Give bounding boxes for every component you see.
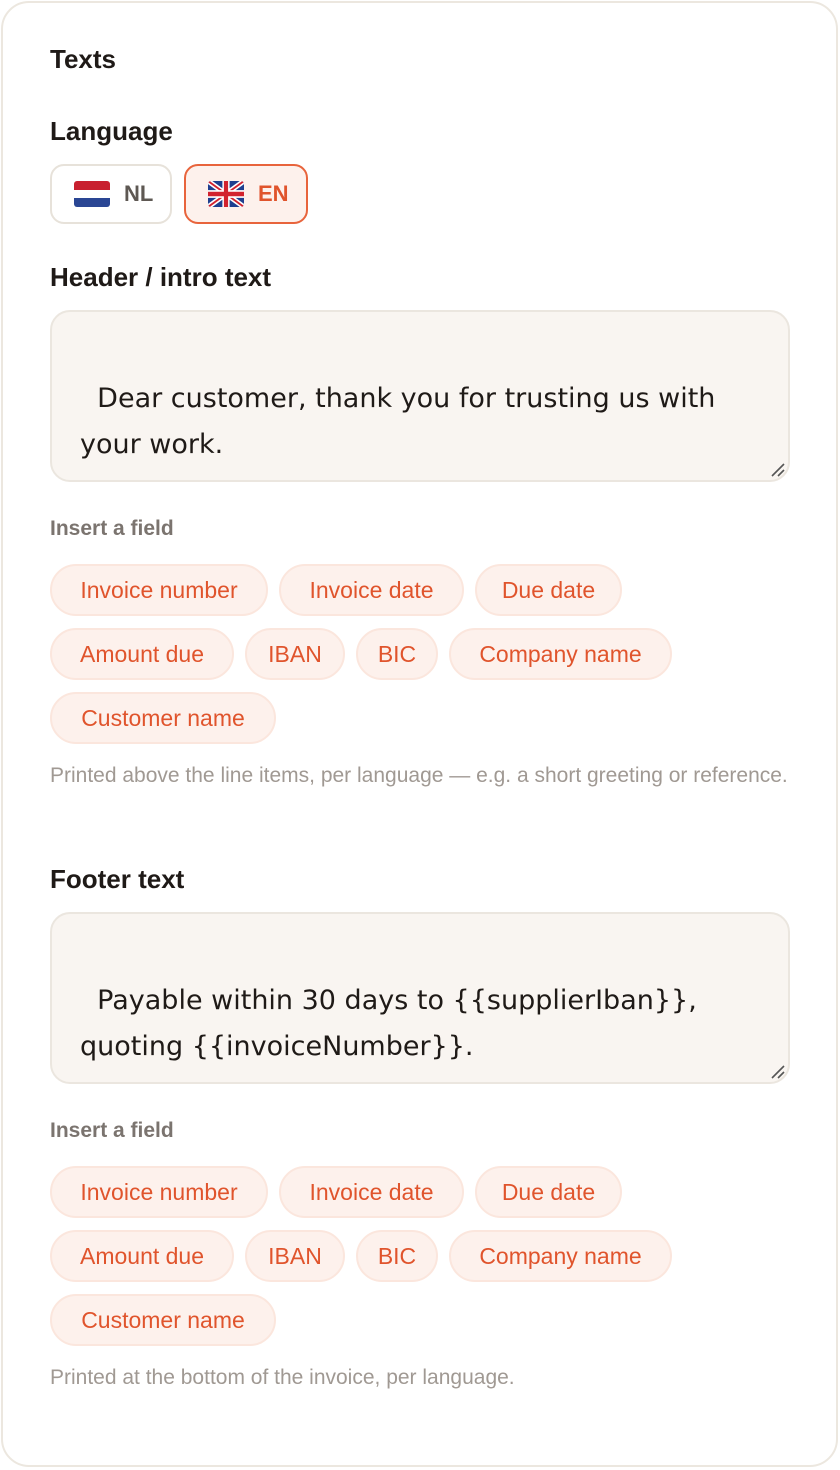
language-option-nl[interactable]: NL — [50, 164, 172, 224]
language-option-en[interactable]: EN — [184, 164, 308, 224]
footer-text-value: Payable within 30 days to {{supplierIban… — [80, 985, 706, 1062]
insert-field-chip[interactable]: Company name — [449, 1230, 672, 1282]
section-title: Texts — [50, 44, 116, 74]
insert-field-chip[interactable]: Amount due — [50, 1230, 234, 1282]
language-option-label: NL — [124, 181, 154, 206]
language-label: Language — [50, 116, 173, 146]
insert-field-label: Insert a field — [50, 517, 174, 540]
insert-field-chip[interactable]: BIC — [356, 1230, 438, 1282]
insert-field-chip[interactable]: Invoice number — [50, 1166, 268, 1218]
netherlands-flag-icon — [74, 181, 110, 207]
header-text-input[interactable]: Dear customer, thank you for trusting us… — [50, 310, 790, 482]
insert-field-chip[interactable]: Amount due — [50, 628, 234, 680]
insert-field-chip[interactable]: Invoice date — [279, 1166, 464, 1218]
footer-text-input[interactable]: Payable within 30 days to {{supplierIban… — [50, 912, 790, 1084]
insert-field-chip[interactable]: Due date — [475, 564, 622, 616]
uk-flag-icon — [208, 181, 244, 207]
insert-field-chip[interactable]: IBAN — [245, 1230, 345, 1282]
insert-field-chip[interactable]: IBAN — [245, 628, 345, 680]
header-text-label: Header / intro text — [50, 262, 272, 292]
resize-handle-icon[interactable] — [769, 1063, 785, 1079]
header-text-value: Dear customer, thank you for trusting us… — [80, 383, 725, 460]
insert-field-chip[interactable]: Customer name — [50, 692, 276, 744]
insert-field-chip[interactable]: Invoice date — [279, 564, 464, 616]
language-option-label: EN — [258, 181, 289, 206]
insert-field-chip[interactable]: Company name — [449, 628, 672, 680]
insert-field-chip[interactable]: Invoice number — [50, 564, 268, 616]
footer-text-label: Footer text — [50, 864, 185, 894]
insert-field-chip[interactable]: BIC — [356, 628, 438, 680]
header-helper-text: Printed above the line items, per langua… — [50, 764, 788, 787]
insert-field-chip[interactable]: Customer name — [50, 1294, 276, 1346]
insert-field-label: Insert a field — [50, 1119, 174, 1142]
insert-field-chip[interactable]: Due date — [475, 1166, 622, 1218]
footer-helper-text: Printed at the bottom of the invoice, pe… — [50, 1366, 515, 1389]
resize-handle-icon[interactable] — [769, 461, 785, 477]
